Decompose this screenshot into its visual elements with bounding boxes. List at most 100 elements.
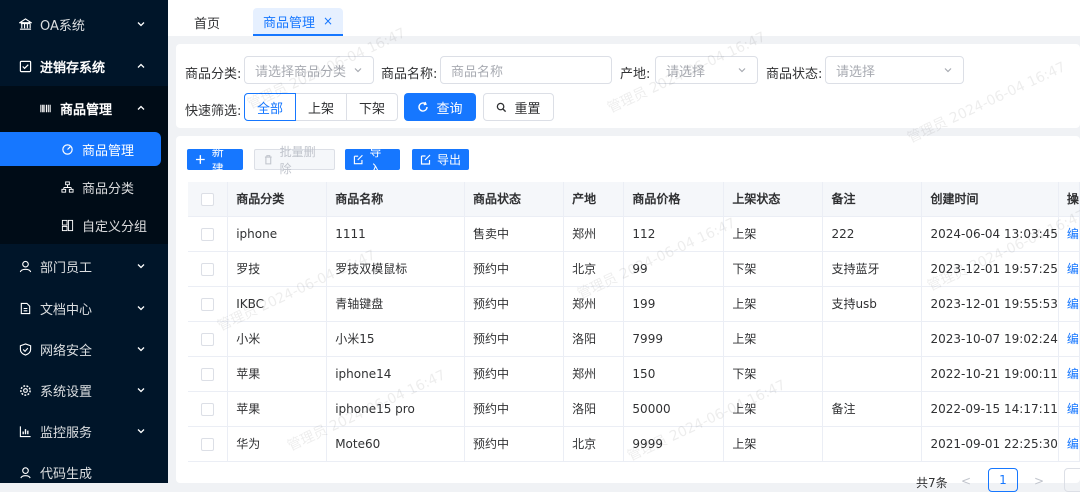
origin-select[interactable]: 请选择: [655, 56, 758, 84]
sidebar-item-inventory[interactable]: 进销存系统: [0, 46, 168, 86]
reset-button[interactable]: 重置: [483, 93, 554, 121]
quick-filter-on[interactable]: 上架: [296, 93, 347, 121]
table-cell: 预约中: [464, 426, 565, 462]
row-checkbox[interactable]: [188, 251, 229, 287]
quick-filter-all[interactable]: 全部: [244, 93, 296, 121]
status-select[interactable]: 请选择: [825, 56, 964, 84]
table-cell: 小米: [227, 321, 328, 357]
tab-home[interactable]: 首页: [184, 8, 230, 36]
row-edit-link[interactable]: 编: [1058, 286, 1080, 322]
sidebar-item-monitor[interactable]: 监控服务: [0, 411, 168, 451]
pagination-next[interactable]: >: [1034, 474, 1044, 488]
row-checkbox[interactable]: [188, 216, 229, 252]
select-all-checkbox[interactable]: [188, 182, 229, 217]
pagination-current[interactable]: 1: [988, 468, 1018, 492]
table-cell: 罗技: [227, 251, 328, 287]
quick-filter-off[interactable]: 下架: [346, 93, 398, 121]
batch-delete-button[interactable]: 批量删除: [254, 145, 335, 176]
row-edit-link[interactable]: 编: [1058, 356, 1080, 392]
table-cell: 2023-12-01 19:57:25: [921, 251, 1059, 287]
chevron-down-icon: [137, 306, 145, 311]
table-cell: 预约中: [464, 391, 565, 427]
row-edit-link[interactable]: 编: [1058, 391, 1080, 427]
table-cell: 郑州: [563, 216, 625, 252]
table-row[interactable]: 小米 小米15 预约中 洛阳 7999 上架 2023-10-07 19:02:24 编: [188, 321, 1080, 357]
batch-delete-label: 批量删除: [279, 144, 316, 176]
add-button[interactable]: 新建: [187, 145, 243, 176]
category-select[interactable]: 请选择商品分类: [244, 56, 374, 84]
sidebar-item-label: 进销存系统: [40, 60, 106, 76]
table-cell: 洛阳: [563, 391, 625, 427]
name-input[interactable]: 商品名称: [440, 56, 612, 84]
table-cell: 备注: [822, 391, 923, 427]
sidebar-item-product-mgmt-group[interactable]: 商品管理: [0, 88, 168, 128]
filter-panel: 商品分类: 请选择商品分类 商品名称: 商品名称 产地: 请选择 商品状态: 请…: [176, 44, 1080, 128]
category-placeholder: 请选择商品分类: [255, 64, 347, 80]
row-checkbox[interactable]: [188, 356, 229, 392]
sidebar-item-custom-group[interactable]: 自定义分组: [0, 205, 168, 245]
close-icon[interactable]: ×: [323, 14, 333, 28]
tab-product-mgmt[interactable]: 商品管理 ×: [253, 8, 344, 36]
row-edit-link[interactable]: 编: [1058, 216, 1080, 252]
table-cell: 2023-12-01 19:55:53: [921, 286, 1059, 322]
sidebar-item-staff[interactable]: 部门员工: [0, 246, 168, 286]
table-cell: [822, 321, 923, 357]
page-size-select[interactable]: [1064, 468, 1080, 492]
column-header: 上架状态: [723, 182, 824, 217]
table-row[interactable]: iphone 1111 售卖中 郑州 112 上架 222 2024-06-04 13:03:…: [188, 216, 1080, 252]
table-cell: 支持usb: [822, 286, 923, 322]
table-cell: 预约中: [464, 251, 565, 287]
sidebar-item-label: 商品管理: [82, 143, 135, 159]
import-button[interactable]: 导入: [345, 145, 400, 176]
row-checkbox[interactable]: [188, 321, 229, 357]
chevron-down-icon: [137, 22, 145, 27]
export-button[interactable]: 导出: [412, 149, 469, 170]
sidebar-item-settings[interactable]: 系统设置: [0, 370, 168, 410]
search-icon: [497, 102, 507, 112]
search-button[interactable]: 查询: [404, 93, 476, 121]
origin-placeholder: 请选择: [666, 64, 706, 80]
column-header: 商品分类: [227, 182, 328, 217]
status-label: 商品状态:: [766, 67, 823, 82]
table-cell: 郑州: [563, 356, 625, 392]
table-cell: 1111: [326, 216, 466, 252]
row-checkbox[interactable]: [188, 391, 229, 427]
tab-label: 首页: [194, 16, 221, 32]
add-button-label: 新建: [211, 144, 224, 176]
sidebar-item-docs[interactable]: 文档中心: [0, 288, 168, 328]
table-row[interactable]: 华为 Mote60 预约中 北京 9999 上架 2021-09-01 22:25:30 编: [188, 426, 1080, 462]
table-cell: 150: [623, 356, 725, 392]
row-checkbox[interactable]: [188, 286, 229, 322]
origin-label: 产地:: [620, 67, 651, 82]
table-cell: 上架: [723, 391, 824, 427]
sidebar-item-codegen[interactable]: 代码生成: [0, 452, 168, 492]
row-edit-link[interactable]: 编: [1058, 426, 1080, 462]
status-placeholder: 请选择: [836, 64, 876, 80]
table-cell: 199: [623, 286, 725, 322]
sidebar-item-security[interactable]: 网络安全: [0, 329, 168, 369]
table-cell: 222: [822, 216, 923, 252]
table-row[interactable]: 苹果 iphone15 pro 预约中 洛阳 50000 上架 备注 2022-09-15 1…: [188, 391, 1080, 427]
table-cell: 上架: [723, 321, 824, 357]
sidebar-item-product-mgmt[interactable]: 商品管理: [0, 129, 168, 169]
table-cell: 青轴键盘: [326, 286, 466, 322]
table-row[interactable]: 苹果 iphone14 预约中 郑州 150 下架 2022-10-21 19:00:11 编: [188, 356, 1080, 392]
sidebar-item-product-category[interactable]: 商品分类: [0, 167, 168, 207]
table-cell: [822, 426, 923, 462]
row-edit-link[interactable]: 编: [1058, 321, 1080, 357]
chevron-down-icon: [137, 347, 145, 352]
column-header: 商品名称: [326, 182, 466, 217]
sidebar-item-oa[interactable]: OA系统: [0, 4, 168, 44]
table-cell: 2024-06-04 13:03:45: [921, 216, 1059, 252]
user-icon: [18, 259, 32, 273]
table-cell: 9999: [623, 426, 725, 462]
table-cell: 2023-10-07 19:02:24: [921, 321, 1059, 357]
table-cell: 2021-09-01 22:25:30: [921, 426, 1059, 462]
row-edit-link[interactable]: 编: [1058, 251, 1080, 287]
table-row[interactable]: IKBC 青轴键盘 预约中 郑州 199 上架 支持usb 2023-12-01 19:55:…: [188, 286, 1080, 322]
tag-icon: [60, 142, 74, 156]
pagination-prev[interactable]: <: [961, 474, 971, 488]
row-checkbox[interactable]: [188, 426, 229, 462]
sidebar-item-label: 部门员工: [40, 260, 93, 276]
table-row[interactable]: 罗技 罗技双模鼠标 预约中 北京 99 下架 支持蓝牙 2023-12-01 19:57:25…: [188, 251, 1080, 287]
